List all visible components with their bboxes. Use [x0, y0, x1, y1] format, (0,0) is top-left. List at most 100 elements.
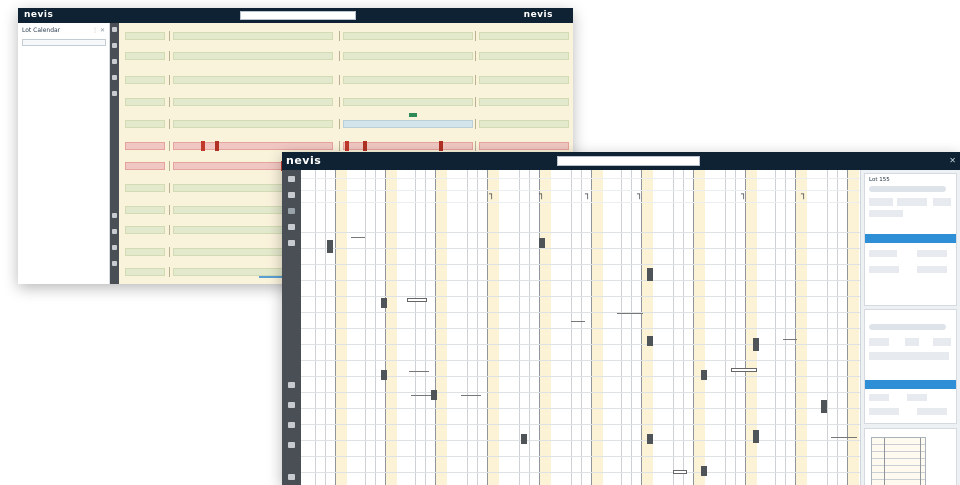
gantt-segment[interactable] [343, 98, 473, 106]
gantt-segment[interactable] [479, 32, 569, 40]
gantt-segment[interactable] [173, 98, 333, 106]
period-divider [169, 247, 170, 257]
gantt-segment[interactable] [125, 120, 165, 128]
gantt-segment[interactable] [173, 76, 333, 84]
app-logo[interactable]: nevis [24, 10, 53, 20]
event-marker [363, 141, 367, 151]
share-icon[interactable] [112, 261, 117, 266]
week-grid-view[interactable]: ┐ ┐ ┐ ┐ ┐ ┐ [301, 170, 860, 485]
event-block [647, 336, 653, 346]
gantt-row[interactable] [119, 97, 573, 107]
refresh-icon[interactable] [288, 382, 295, 388]
gantt-segment[interactable] [343, 120, 473, 128]
panel-title: Lot Calendar [22, 27, 61, 34]
filter-icon[interactable] [112, 43, 117, 48]
period-divider [169, 119, 170, 129]
gantt-segment[interactable] [479, 52, 569, 60]
period-divider [169, 225, 170, 235]
home-icon[interactable] [112, 27, 117, 32]
zoom-in-icon[interactable] [288, 402, 295, 408]
gantt-segment[interactable] [479, 120, 569, 128]
period-divider [169, 267, 170, 277]
detail-text [869, 338, 889, 346]
detail-text [905, 338, 919, 346]
gantt-segment[interactable] [343, 32, 473, 40]
gantt-segment[interactable] [173, 142, 333, 150]
gantt-segment[interactable] [125, 184, 165, 192]
grid-row-line [301, 440, 860, 441]
calendar-icon[interactable] [112, 59, 117, 64]
share-icon[interactable] [288, 474, 295, 480]
gantt-segment[interactable] [125, 248, 165, 256]
gantt-segment[interactable] [125, 162, 165, 170]
card-title: Lot 155 [869, 177, 890, 183]
grid-row-line [301, 392, 860, 393]
detail-text [933, 338, 951, 346]
gantt-segment[interactable] [173, 120, 333, 128]
app-logo[interactable]: nevis [286, 154, 321, 167]
bracket-icon: ┐ [539, 190, 545, 200]
edit-icon[interactable] [112, 75, 117, 80]
event-block [753, 430, 759, 443]
gantt-row[interactable] [119, 119, 573, 129]
gantt-segment[interactable] [173, 52, 333, 60]
section-bar[interactable] [865, 380, 956, 389]
gantt-segment[interactable] [125, 32, 165, 40]
grid-row-line [301, 280, 860, 281]
front-toolbar [282, 170, 301, 485]
settings-icon[interactable] [288, 442, 295, 448]
search-input[interactable] [557, 156, 700, 166]
search-input[interactable] [869, 186, 946, 192]
event-note [461, 392, 481, 396]
search-input[interactable] [869, 324, 946, 330]
gantt-segment[interactable] [125, 142, 165, 150]
detail-card: Lot 155 [864, 173, 957, 306]
panel-menu-icon[interactable]: ⋮ ✕ [92, 27, 105, 34]
event-note [617, 310, 643, 314]
gantt-segment[interactable] [479, 98, 569, 106]
gantt-segment[interactable] [173, 32, 333, 40]
detail-text [907, 394, 927, 401]
close-icon[interactable]: ✕ [949, 156, 956, 165]
link-icon[interactable] [288, 240, 295, 246]
gantt-segment[interactable] [125, 98, 165, 106]
calendar-icon[interactable] [288, 208, 295, 214]
event-marker [345, 141, 349, 151]
gantt-segment[interactable] [343, 52, 473, 60]
event-block [521, 434, 527, 444]
gantt-segment[interactable] [125, 52, 165, 60]
home-icon[interactable] [288, 176, 295, 182]
link-icon[interactable] [112, 91, 117, 96]
bracket-icon: ┐ [741, 190, 747, 200]
detail-text [869, 394, 889, 401]
edit-icon[interactable] [288, 224, 295, 230]
gantt-segment[interactable] [343, 76, 473, 84]
filter-icon[interactable] [288, 192, 295, 198]
gantt-segment[interactable] [125, 268, 165, 276]
settings-icon[interactable] [112, 245, 117, 250]
gantt-segment[interactable] [125, 76, 165, 84]
search-input[interactable] [240, 11, 356, 20]
lot-detail-panel: Lot 155 [860, 170, 960, 485]
mini-calendar[interactable] [871, 437, 926, 485]
gantt-row[interactable] [119, 31, 573, 41]
zoom-out-icon[interactable] [288, 422, 295, 428]
zoom-out-icon[interactable] [112, 229, 117, 234]
period-divider [475, 51, 476, 61]
gantt-row[interactable] [119, 75, 573, 85]
header-row-line [301, 178, 860, 179]
gantt-segment[interactable] [125, 226, 165, 234]
gantt-segment[interactable] [479, 76, 569, 84]
zoom-in-icon[interactable] [112, 213, 117, 218]
grid-row-line [301, 248, 860, 249]
detail-card [864, 309, 957, 424]
mini-calendar-card [864, 428, 957, 485]
lot-calendar-panel: Lot Calendar ⋮ ✕ [18, 23, 110, 284]
section-bar[interactable] [865, 234, 956, 243]
panel-filter-input[interactable] [22, 39, 106, 46]
gantt-segment[interactable] [125, 206, 165, 214]
gantt-row[interactable] [119, 51, 573, 61]
grid-row-line [301, 360, 860, 361]
gantt-segment[interactable] [479, 142, 569, 150]
event-block [381, 370, 387, 380]
